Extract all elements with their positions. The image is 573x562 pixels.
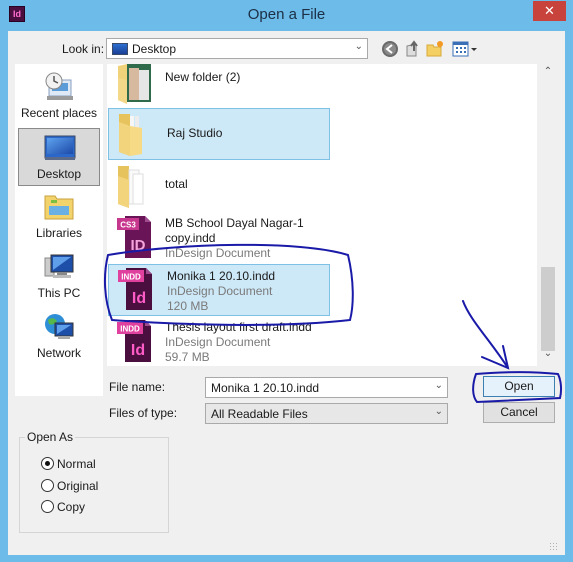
radio-unchecked-icon xyxy=(41,500,54,513)
svg-text:ID: ID xyxy=(131,237,146,254)
radio-label: Normal xyxy=(57,457,96,471)
indesign-indd-icon: INDD Id xyxy=(117,320,151,362)
up-folder-icon[interactable] xyxy=(404,40,422,58)
chevron-down-icon: ⌄ xyxy=(434,380,443,391)
open-as-label: Open As xyxy=(25,430,76,444)
new-folder-icon[interactable] xyxy=(426,40,444,58)
svg-text:Id: Id xyxy=(131,342,145,359)
file-name: Raj Studio xyxy=(167,126,223,140)
indesign-indd-icon: INDD Id xyxy=(118,268,152,310)
place-label: Desktop xyxy=(36,167,82,181)
svg-text:CS3: CS3 xyxy=(120,221,136,230)
open-as-group: Open As Normal Original Copy xyxy=(19,430,169,533)
chevron-down-icon: ⌄ xyxy=(354,41,363,52)
svg-text:INDD: INDD xyxy=(120,325,140,334)
files-of-type-dropdown[interactable]: All Readable Files ⌄ xyxy=(205,403,448,424)
file-size: 59.7 MB xyxy=(165,350,210,364)
file-item[interactable]: New folder (2) xyxy=(107,64,537,110)
svg-text:Id: Id xyxy=(132,290,146,307)
place-network[interactable]: Network xyxy=(18,308,100,366)
place-desktop[interactable]: Desktop xyxy=(18,128,100,186)
close-button[interactable]: ✕ xyxy=(533,1,566,21)
folder-icon xyxy=(119,114,142,156)
scroll-up-icon[interactable]: ⌃ xyxy=(540,66,556,77)
place-this-pc[interactable]: This PC xyxy=(18,248,100,306)
desktop-small-icon xyxy=(112,43,128,55)
folder-photo-icon xyxy=(118,64,151,104)
radio-label: Copy xyxy=(57,500,86,514)
file-type: InDesign Document xyxy=(165,246,271,260)
file-item[interactable]: total xyxy=(107,160,537,212)
place-recent-places[interactable]: Recent places xyxy=(18,68,100,126)
close-icon: ✕ xyxy=(544,3,555,18)
scroll-down-icon[interactable]: ⌄ xyxy=(540,348,556,359)
place-label: Libraries xyxy=(35,226,83,240)
look-in-value: Desktop xyxy=(132,42,177,56)
files-of-type-value: All Readable Files xyxy=(211,407,308,421)
open-button[interactable]: Open xyxy=(483,376,555,397)
places-bar: Recent places Desktop Libraries This PC … xyxy=(15,64,103,396)
file-name: total xyxy=(165,177,188,191)
radio-unchecked-icon xyxy=(41,479,54,492)
file-item-selected[interactable]: Raj Studio xyxy=(108,108,330,160)
file-name-line1: MB School Dayal Nagar-1 xyxy=(165,216,304,230)
file-name-label: File name: xyxy=(109,380,166,394)
place-label: Network xyxy=(36,346,81,360)
files-of-type-label: Files of type: xyxy=(109,406,178,420)
folder-icon xyxy=(118,166,144,208)
file-name: New folder (2) xyxy=(165,70,241,84)
scroll-thumb[interactable] xyxy=(541,267,555,351)
dialog-title: Open a File xyxy=(247,6,326,23)
place-label: This PC xyxy=(37,286,81,300)
file-item[interactable]: CS3 ID MB School Dayal Nagar-1 copy.indd … xyxy=(107,212,537,264)
title-bar: Id Open a File ✕ xyxy=(0,0,573,31)
desktop-icon xyxy=(44,135,76,160)
recent-places-icon xyxy=(45,72,73,100)
view-menu-icon[interactable] xyxy=(452,40,478,58)
resize-grip[interactable] xyxy=(549,542,559,552)
look-in-label: Look in: xyxy=(62,42,105,56)
file-type: InDesign Document xyxy=(165,335,271,349)
vertical-scrollbar[interactable]: ⌃ ⌄ xyxy=(540,64,556,366)
chevron-down-icon: ⌄ xyxy=(434,406,443,417)
libraries-icon xyxy=(44,195,74,220)
radio-label: Original xyxy=(57,479,99,493)
indesign-cs3-icon: CS3 ID xyxy=(117,216,151,258)
back-icon[interactable] xyxy=(381,40,399,58)
file-name-value: Monika 1 20.10.indd xyxy=(211,381,320,395)
file-item[interactable]: INDD Id Thesis layout first draft.indd In… xyxy=(107,316,537,366)
file-name-input[interactable]: Monika 1 20.10.indd ⌄ xyxy=(205,377,448,398)
file-name-line2: copy.indd xyxy=(165,231,216,245)
place-libraries[interactable]: Libraries xyxy=(18,188,100,246)
file-name: Monika 1 20.10.indd xyxy=(167,269,276,283)
this-pc-icon xyxy=(44,254,74,278)
file-size: 120 MB xyxy=(167,299,209,313)
place-label: Recent places xyxy=(20,106,98,120)
file-item-selected[interactable]: INDD Id Monika 1 20.10.indd InDesign Docu… xyxy=(108,264,330,316)
cancel-button[interactable]: Cancel xyxy=(483,402,555,423)
file-type: InDesign Document xyxy=(167,284,273,298)
file-list: New folder (2) Raj Studio total CS3 ID MB… xyxy=(107,64,537,366)
radio-checked-icon xyxy=(41,457,54,470)
look-in-dropdown[interactable]: Desktop ⌄ xyxy=(106,38,368,59)
network-icon xyxy=(45,314,74,339)
dialog-body: Look in: Desktop ⌄ Recent places Desktop… xyxy=(8,31,565,555)
svg-text:INDD: INDD xyxy=(121,273,141,282)
file-name: Thesis layout first draft.indd xyxy=(165,320,312,334)
